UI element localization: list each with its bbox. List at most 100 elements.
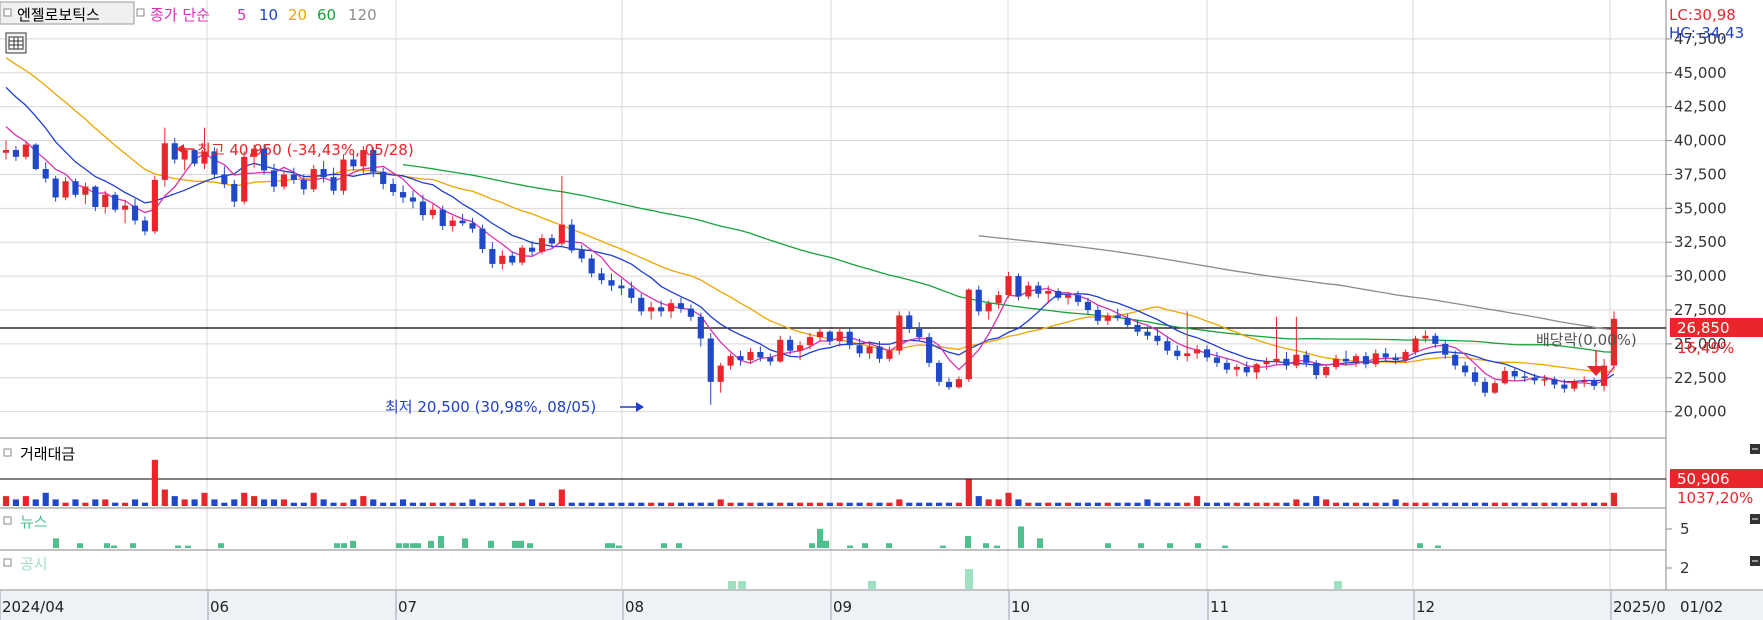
volume-bar <box>1402 502 1409 506</box>
volume-bar <box>1005 492 1012 506</box>
volume-bar <box>429 502 436 506</box>
candle-body <box>1064 295 1072 298</box>
volume-bar <box>409 502 417 506</box>
ma-label: 종가 단순 <box>150 6 210 24</box>
disclosure-bar <box>965 569 973 589</box>
candle-body <box>965 289 972 380</box>
table-view-icon[interactable] <box>5 32 27 54</box>
candle <box>896 311 903 355</box>
ma-legend-square-icon <box>136 8 145 17</box>
volume-bar <box>846 502 853 506</box>
candle-body <box>856 345 863 354</box>
candle-body <box>796 345 804 351</box>
candle-body <box>1511 371 1518 377</box>
volume-bar <box>1144 499 1151 506</box>
candle-body <box>1521 376 1528 378</box>
news-bar <box>527 543 533 548</box>
volume-bar <box>519 502 526 506</box>
news-bar <box>350 540 356 548</box>
candle-body <box>1243 366 1250 373</box>
volume-bar <box>1422 502 1429 506</box>
price-tick-label: 22,500 <box>1674 369 1727 387</box>
volume-bar <box>12 499 20 506</box>
volume-panel-title: 거래대금 <box>20 445 75 463</box>
news-bar <box>940 545 946 548</box>
candle-body <box>697 316 704 339</box>
candle-body <box>727 356 734 366</box>
ma-period-120: 120 <box>348 6 377 24</box>
candle-body <box>241 156 248 202</box>
news-bar <box>847 545 853 548</box>
volume-bar <box>965 479 972 506</box>
news-bar <box>809 543 815 548</box>
volume-bar <box>1253 502 1260 506</box>
volume-bar <box>618 502 625 506</box>
candle-body <box>42 169 49 179</box>
volume-bar <box>816 502 824 506</box>
disclosure-bar <box>738 581 746 589</box>
volume-bar <box>747 502 754 506</box>
volume-bar <box>1471 502 1479 506</box>
news-panel-collapse-icon[interactable] <box>1750 514 1760 524</box>
volume-bar <box>82 502 89 506</box>
candle-body <box>1313 362 1320 376</box>
volume-bar <box>1283 502 1290 506</box>
disclosure-bar <box>728 581 736 589</box>
volume-bar <box>727 502 734 506</box>
volume-bar <box>1412 502 1419 506</box>
volume-bar <box>1243 502 1250 506</box>
news-bar <box>817 528 823 548</box>
candle-body <box>72 181 79 195</box>
candle-body <box>82 186 89 195</box>
high-marker: 최고 40,950 (-34,43%, 05/28) <box>176 141 414 159</box>
volume-bar <box>181 499 188 506</box>
candle-body <box>1432 335 1439 344</box>
candle-body <box>1541 379 1548 381</box>
volume-bar <box>757 502 764 506</box>
volume-bar <box>658 502 665 506</box>
news-bar <box>616 545 622 548</box>
news-bar <box>676 543 682 548</box>
candle-body <box>1481 381 1489 393</box>
news-panel-square-icon <box>3 516 12 525</box>
volume-bar <box>1442 502 1449 506</box>
volume-bar <box>1164 502 1171 506</box>
news-bar <box>462 538 468 548</box>
volume-bar <box>1382 502 1389 506</box>
news-bar <box>438 536 444 548</box>
volume-bar <box>995 499 1002 506</box>
disclosure-bar <box>868 581 876 589</box>
candle-body <box>231 183 238 202</box>
news-bar <box>862 543 868 548</box>
price-tick-label: 37,500 <box>1674 165 1727 183</box>
candle-body <box>787 339 794 351</box>
volume-bar <box>1184 502 1191 506</box>
volume-bar <box>1571 502 1578 506</box>
candle-body <box>310 169 317 190</box>
candle-body <box>1025 285 1032 297</box>
disclosure-panel-collapse-icon[interactable] <box>1750 556 1760 566</box>
volume-bar <box>231 499 238 506</box>
date-tick-label: 09 <box>833 598 852 616</box>
volume-bar <box>1015 499 1022 506</box>
candle-body <box>1184 353 1191 357</box>
volume-bar <box>906 502 913 506</box>
candle-body <box>290 174 297 180</box>
news-bar <box>1138 543 1144 548</box>
volume-bar <box>717 499 724 506</box>
volume-bar <box>945 502 953 506</box>
candle-body <box>449 220 456 226</box>
volume-bar <box>211 499 218 506</box>
volume-panel-collapse-icon[interactable] <box>1750 444 1760 454</box>
volume-bar <box>290 502 297 506</box>
candle-body <box>677 303 685 309</box>
candle-body <box>22 144 29 157</box>
candle-body <box>757 352 764 358</box>
volume-bar <box>1203 502 1211 506</box>
candle-body <box>12 150 20 157</box>
high-annotation: 최고 40,950 (-34,43%, 05/28) <box>197 141 414 159</box>
volume-bar <box>876 502 883 506</box>
volume-bar <box>1074 502 1082 506</box>
volume-bar <box>856 502 863 506</box>
candle-body <box>300 179 307 190</box>
